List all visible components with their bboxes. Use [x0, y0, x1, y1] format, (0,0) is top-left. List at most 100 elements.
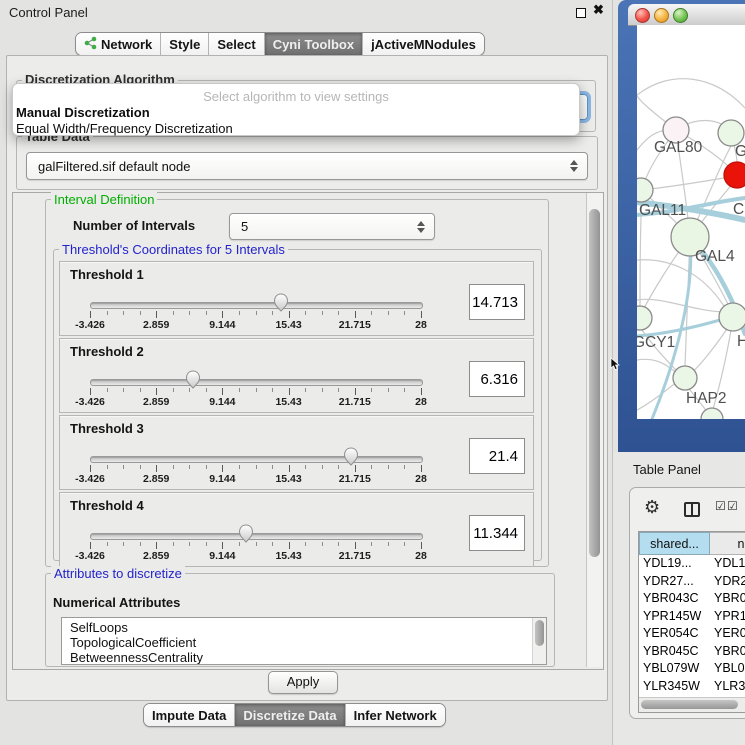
network-edge[interactable]	[692, 329, 727, 372]
zoom-traffic-light-icon[interactable]	[673, 8, 688, 23]
slider-thumb[interactable]	[238, 524, 254, 543]
minimize-traffic-light-icon[interactable]	[654, 8, 669, 23]
slider-tick	[90, 311, 91, 318]
slider-tick-label: 15.43	[275, 550, 301, 562]
tab-infer-network[interactable]: Infer Network	[345, 704, 445, 726]
table-row[interactable]: YDR27...YDR27	[639, 573, 745, 591]
checkbox-icon[interactable]: ☑	[715, 499, 726, 513]
table-row[interactable]: YBR045CYBR04	[639, 643, 745, 661]
cell-name: YPR14	[710, 608, 745, 626]
close-traffic-light-icon[interactable]	[635, 8, 650, 23]
slider-tick	[289, 465, 290, 472]
tab-discretize-data[interactable]: Discretize Data	[234, 704, 344, 726]
tab-cyni-toolbox[interactable]: Cyni Toolbox	[264, 33, 362, 55]
table-hscrollbar-thumb[interactable]	[641, 700, 738, 709]
network-node-gcy1[interactable]	[637, 306, 652, 330]
network-node-h[interactable]	[719, 303, 745, 331]
network-edge[interactable]	[642, 177, 730, 190]
slider-tick	[123, 465, 124, 469]
tab-jactivemnodules[interactable]: jActiveMNodules	[362, 33, 484, 55]
tab-network[interactable]: Network	[76, 33, 160, 55]
table-row[interactable]: YER054CYER05	[639, 625, 745, 643]
checkbox-icon[interactable]: ☑	[727, 499, 738, 513]
float-window-icon[interactable]	[576, 8, 586, 18]
network-node-hap2[interactable]	[673, 366, 697, 390]
attribute-item-selfloops[interactable]: SelfLoops	[62, 620, 546, 635]
slider-track[interactable]	[90, 302, 423, 309]
slider-tick	[107, 465, 108, 469]
slider-thumb[interactable]	[185, 370, 201, 389]
slider-tick	[404, 542, 405, 546]
network-node[interactable]	[701, 408, 723, 419]
cell-shared-name: YPR145W	[639, 608, 710, 626]
apply-button[interactable]: Apply	[268, 671, 338, 694]
number-of-intervals-combobox[interactable]: 5	[229, 213, 435, 240]
list-scrollbar[interactable]	[532, 618, 546, 664]
attribute-item-betweennesscentrality[interactable]: BetweennessCentrality	[62, 650, 546, 665]
slider-tick	[305, 388, 306, 392]
slider-tick	[206, 311, 207, 315]
tab-select[interactable]: Select	[208, 33, 263, 55]
slider-tick	[404, 388, 405, 392]
slider-tick	[421, 465, 422, 472]
gear-icon[interactable]: ⚙	[644, 498, 660, 516]
slider-thumb[interactable]	[273, 293, 289, 312]
table-data-combobox[interactable]: galFiltered.sif default node	[26, 152, 588, 180]
cell-name: YDL19	[710, 555, 745, 573]
network-view-window[interactable]: GAL80GCGAL11GAL4GCY1HHAP2	[618, 0, 745, 452]
network-canvas[interactable]: GAL80GCGAL11GAL4GCY1HHAP2	[637, 25, 745, 419]
threshold-value-box[interactable]: 11.344	[469, 515, 525, 551]
threshold-value-box[interactable]: 6.316	[469, 361, 525, 397]
algorithm-option-manual-discretization[interactable]: Manual Discretization	[13, 105, 579, 121]
network-node-label: C	[733, 201, 744, 218]
table-horizontal-scrollbar[interactable]	[639, 697, 745, 712]
column-header-name[interactable]: na	[710, 532, 745, 555]
slider-tick	[173, 465, 174, 469]
slider-thumb[interactable]	[343, 447, 359, 466]
slider-tick	[371, 388, 372, 392]
split-view-icon[interactable]	[684, 502, 700, 517]
settings-vertical-scrollbar[interactable]	[586, 193, 603, 667]
slider-tick-label: 28	[415, 319, 427, 331]
table-row[interactable]: YLR345WYLR34	[639, 678, 745, 696]
network-window-titlebar[interactable]	[628, 4, 745, 26]
table-row[interactable]: YPR145WYPR14	[639, 608, 745, 626]
threshold-value-box[interactable]: 21.4	[469, 438, 525, 474]
table-header-row: shared... na	[639, 532, 745, 555]
network-node-c[interactable]	[724, 162, 745, 188]
threshold-label: Threshold 2	[70, 344, 144, 359]
tab-label: Style	[169, 37, 200, 52]
settings-scrollbar-thumb[interactable]	[589, 209, 600, 557]
network-icon	[84, 36, 97, 53]
attribute-item-topologicalcoefficient[interactable]: TopologicalCoefficient	[62, 635, 546, 650]
list-scrollbar-thumb[interactable]	[535, 620, 544, 646]
threshold-value-box[interactable]: 14.713	[469, 284, 525, 320]
algorithm-option-equal-width-frequency-discretization[interactable]: Equal Width/Frequency Discretization	[13, 121, 579, 137]
slider-track[interactable]	[90, 456, 423, 463]
tab-impute-data[interactable]: Impute Data	[144, 704, 234, 726]
numerical-attributes-list[interactable]: SelfLoopsTopologicalCoefficientBetweenne…	[61, 617, 547, 665]
network-edge[interactable]	[637, 79, 745, 108]
table-row[interactable]: YDL19...YDL19	[639, 555, 745, 573]
table-row[interactable]: YBR043CYBR04	[639, 590, 745, 608]
slider-tick	[173, 311, 174, 315]
tab-style[interactable]: Style	[160, 33, 208, 55]
mouse-cursor	[610, 357, 621, 371]
cell-shared-name: YER054C	[639, 625, 710, 643]
slider-tick	[421, 388, 422, 395]
network-node-label: G	[735, 143, 745, 160]
slider-tick-label: 9.144	[209, 550, 235, 562]
slider-track[interactable]	[90, 379, 423, 386]
cell-shared-name: YBR043C	[639, 590, 710, 608]
slider-tick	[206, 542, 207, 546]
slider-tick	[355, 311, 356, 318]
close-icon[interactable]: ✖	[593, 2, 604, 18]
slider-tick-label: 9.144	[209, 396, 235, 408]
slider-tick	[256, 388, 257, 392]
threshold-label: Threshold 4	[70, 498, 144, 513]
slider-tick-label: 21.715	[339, 319, 371, 331]
column-header-shared-name[interactable]: shared...	[639, 532, 710, 555]
settings-scroll-area: Interval Definition Number of Intervals …	[12, 192, 604, 670]
slider-track[interactable]	[90, 533, 423, 540]
table-row[interactable]: YBL079WYBL07	[639, 660, 745, 678]
